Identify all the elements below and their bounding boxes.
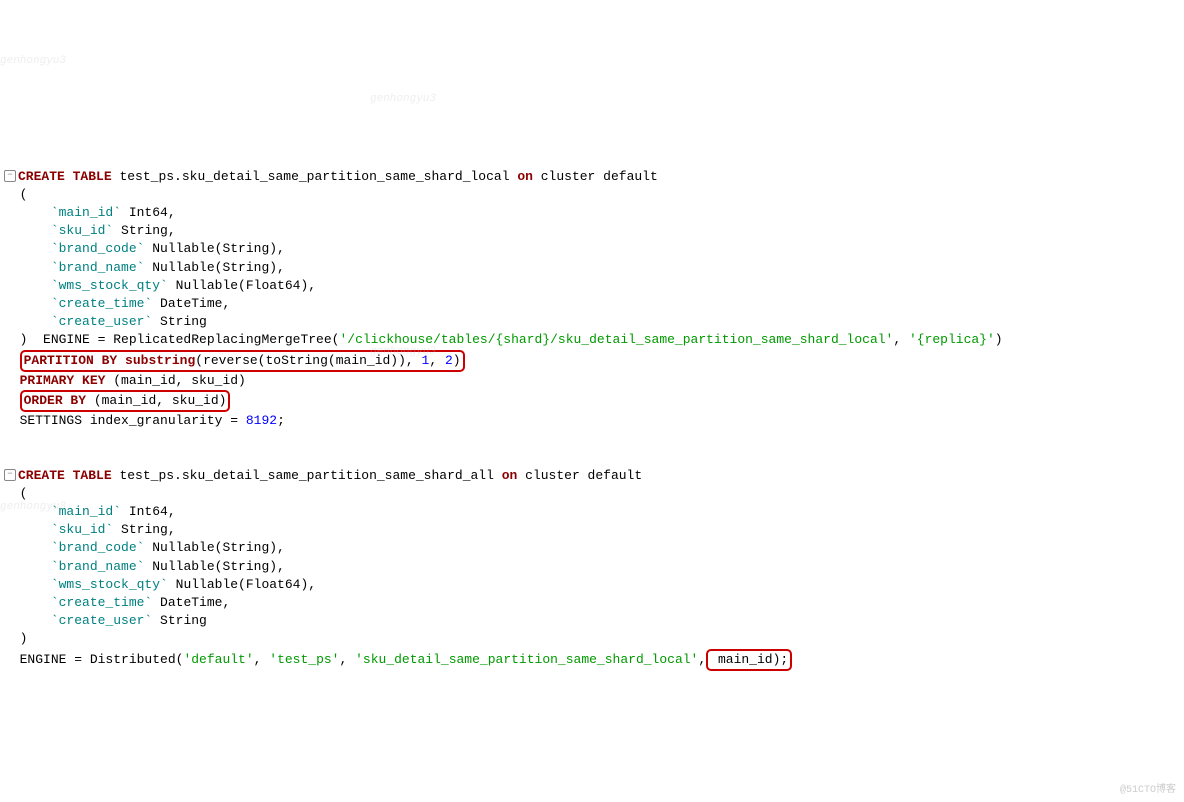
num2: 2 <box>445 353 453 368</box>
col-brand-name-type: Nullable(String), <box>144 559 284 574</box>
comma: , <box>339 652 355 667</box>
col-create-user: `create_user` <box>51 314 152 329</box>
col-create-user-type: String <box>152 314 207 329</box>
credit-text: @51CTO博客 <box>1120 784 1176 798</box>
col-sku-id: `sku_id` <box>51 522 113 537</box>
col-create-time: `create_time` <box>51 595 152 610</box>
arg-table: 'sku_detail_same_partition_same_shard_lo… <box>355 652 698 667</box>
watermark: genhongyu3 <box>370 92 436 107</box>
col-brand-name-type: Nullable(String), <box>144 260 284 275</box>
col-brand-code: `brand_code` <box>51 540 145 555</box>
substring-keyword: substring <box>125 353 195 368</box>
col-create-time-type: DateTime, <box>152 595 230 610</box>
col-create-user-type: String <box>152 613 207 628</box>
on-keyword: on <box>502 468 518 483</box>
partition-keyword: PARTITION BY <box>24 353 118 368</box>
arg-testps: 'test_ps' <box>269 652 339 667</box>
primary-keyword: PRIMARY KEY <box>20 373 106 388</box>
comma: , <box>893 332 909 347</box>
table-name: test_ps.sku_detail_same_partition_same_s… <box>119 468 493 483</box>
code-block-1: −CREATE TABLE test_ps.sku_detail_same_pa… <box>4 168 1180 449</box>
arg-default: 'default' <box>183 652 253 667</box>
table-name: test_ps.sku_detail_same_partition_same_s… <box>119 169 509 184</box>
cluster-text: cluster default <box>525 468 642 483</box>
col-brand-name: `brand_name` <box>51 559 145 574</box>
col-sku-id-type: String, <box>113 522 175 537</box>
col-create-user: `create_user` <box>51 613 152 628</box>
col-main-id-type: Int64, <box>121 504 176 519</box>
engine-line: ) ENGINE = ReplicatedReplacingMergeTree( <box>20 332 340 347</box>
settings-val: 8192 <box>246 413 277 428</box>
settings-line: SETTINGS index_granularity = <box>20 413 246 428</box>
create-keyword: CREATE TABLE <box>18 468 112 483</box>
paren-close: ) <box>453 353 461 368</box>
highlight-partition: PARTITION BY substring(reverse(toString(… <box>20 350 465 372</box>
partition-args: (reverse(toString(main_id)), <box>195 353 421 368</box>
col-wms-type: Nullable(Float64), <box>168 577 316 592</box>
col-main-id: `main_id` <box>51 504 121 519</box>
code-block-2: −CREATE TABLE test_ps.sku_detail_same_pa… <box>4 467 1180 671</box>
on-keyword: on <box>517 169 533 184</box>
engine-path: '/clickhouse/tables/{shard}/sku_detail_s… <box>339 332 893 347</box>
col-brand-code-type: Nullable(String), <box>144 540 284 555</box>
paren-close: ) <box>995 332 1003 347</box>
main-id-arg: main_id); <box>710 652 788 667</box>
col-sku-id-type: String, <box>113 223 175 238</box>
col-create-time: `create_time` <box>51 296 152 311</box>
col-wms: `wms_stock_qty` <box>51 577 168 592</box>
col-wms: `wms_stock_qty` <box>51 278 168 293</box>
collapse-icon[interactable]: − <box>4 469 16 481</box>
paren: ( <box>20 486 28 501</box>
collapse-icon[interactable]: − <box>4 170 16 182</box>
semicolon: ; <box>277 413 285 428</box>
primary-args: (main_id, sku_id) <box>105 373 245 388</box>
col-brand-code: `brand_code` <box>51 241 145 256</box>
col-main-id-type: Int64, <box>121 205 176 220</box>
col-sku-id: `sku_id` <box>51 223 113 238</box>
paren-close: ) <box>20 631 28 646</box>
cluster-text: cluster default <box>541 169 658 184</box>
comma: , <box>254 652 270 667</box>
highlight-orderby: ORDER BY (main_id, sku_id) <box>20 390 231 412</box>
highlight-mainid: main_id); <box>706 649 792 671</box>
watermark: genhongyu3 <box>0 54 66 69</box>
col-brand-code-type: Nullable(String), <box>144 241 284 256</box>
col-main-id: `main_id` <box>51 205 121 220</box>
col-wms-type: Nullable(Float64), <box>168 278 316 293</box>
col-create-time-type: DateTime, <box>152 296 230 311</box>
comma: , <box>429 353 445 368</box>
paren: ( <box>20 187 28 202</box>
create-keyword: CREATE TABLE <box>18 169 112 184</box>
order-keyword: ORDER BY <box>24 393 86 408</box>
col-brand-name: `brand_name` <box>51 260 145 275</box>
order-args: (main_id, sku_id) <box>86 393 226 408</box>
engine-prefix: ENGINE = Distributed( <box>20 652 184 667</box>
engine-replica: '{replica}' <box>909 332 995 347</box>
